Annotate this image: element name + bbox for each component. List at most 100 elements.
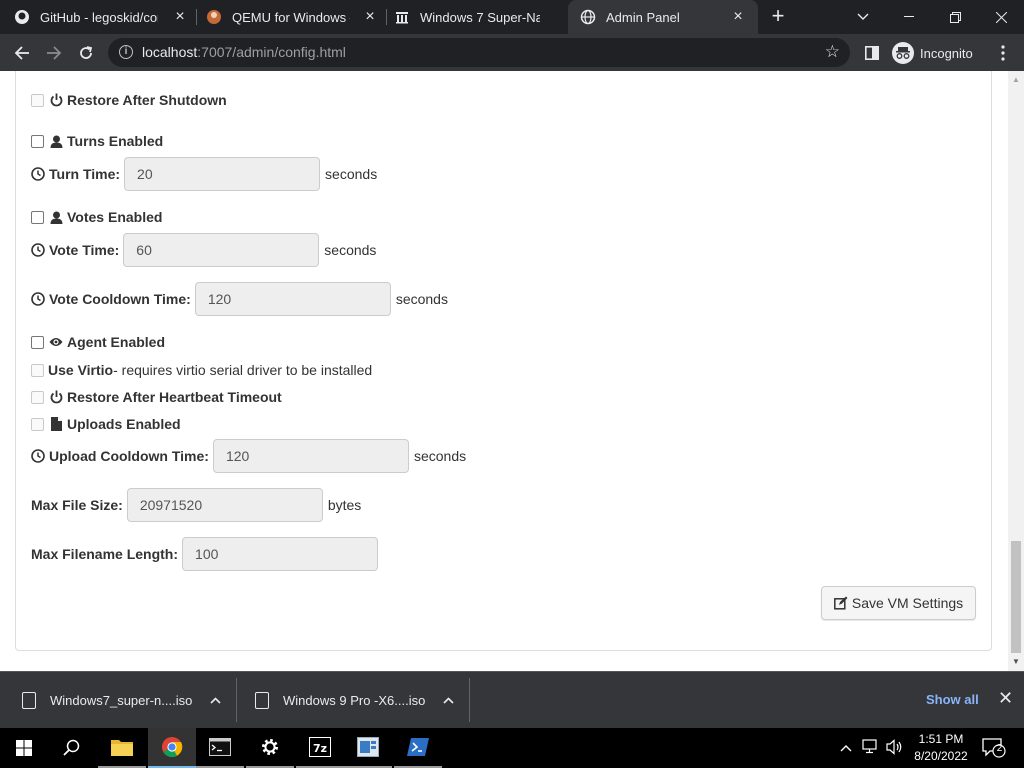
side-panel-icon[interactable] — [859, 40, 885, 66]
tab-windows7[interactable]: Windows 7 Super-Nano × — [394, 0, 572, 34]
vote-cooldown-input[interactable]: 120 — [194, 282, 391, 316]
close-icon[interactable]: ✕ — [998, 688, 1013, 709]
7zip-icon[interactable]: 7z — [296, 728, 344, 768]
windows-start-icon[interactable] — [0, 728, 48, 768]
qemu-icon — [206, 9, 222, 25]
minimize-icon[interactable] — [886, 0, 932, 34]
vote-time-row: Vote Time: 60 seconds — [31, 233, 376, 267]
agent-enabled-label: Agent Enabled — [67, 334, 166, 350]
reload-icon[interactable] — [73, 40, 99, 66]
max-filename-row: Max Filename Length: 100 — [31, 537, 383, 571]
chevron-up-icon[interactable] — [840, 740, 852, 755]
tab-divider — [196, 9, 197, 25]
turns-enabled-checkbox[interactable] — [31, 134, 44, 148]
tab-github[interactable]: GitHub - legoskid/com × — [14, 0, 196, 34]
hyper-v-icon[interactable] — [344, 728, 392, 768]
system-clock[interactable]: 1:51 PM 8/20/2022 — [910, 731, 972, 765]
svg-text:7z: 7z — [313, 742, 327, 755]
chrome-icon[interactable] — [148, 728, 196, 768]
restore-after-shutdown-row: Restore After Shutdown — [31, 92, 227, 108]
notification-icon[interactable]: 2 — [982, 738, 1006, 758]
powershell-icon[interactable] — [394, 728, 442, 768]
close-icon[interactable]: × — [362, 9, 378, 25]
close-icon[interactable]: × — [172, 9, 188, 25]
show-all-link[interactable]: Show all — [926, 692, 979, 707]
restore-icon[interactable] — [932, 0, 978, 34]
restore-after-shutdown-checkbox[interactable] — [31, 93, 44, 107]
close-icon[interactable]: × — [730, 9, 746, 25]
window-close-icon[interactable] — [978, 0, 1024, 34]
address-bar[interactable]: i localhost:7007/admin/config.html ☆ — [108, 38, 850, 67]
archive-icon — [394, 9, 410, 25]
max-file-size-input[interactable]: 20971520 — [126, 488, 323, 522]
tab-divider — [386, 9, 387, 25]
uploads-enabled-checkbox[interactable] — [31, 417, 44, 431]
use-virtio-label: Use Virtio — [48, 362, 114, 378]
restore-after-shutdown-label: Restore After Shutdown — [67, 92, 227, 108]
tab-title: QEMU for Windows – In — [232, 9, 350, 25]
clock-icon — [31, 449, 45, 463]
search-icon[interactable] — [48, 728, 96, 768]
vote-cooldown-label: Vote Cooldown Time: — [49, 291, 191, 307]
terminal-icon[interactable] — [196, 728, 244, 768]
vote-time-label: Vote Time: — [49, 242, 120, 258]
scroll-down-icon[interactable]: ▼ — [1012, 657, 1020, 666]
turn-time-row: Turn Time: 20 seconds — [31, 157, 377, 191]
upload-cooldown-input[interactable]: 120 — [212, 439, 409, 473]
tab-title: Windows 7 Super-Nano — [420, 9, 540, 25]
download-item[interactable]: Windows 9 Pro -X6....iso — [255, 672, 465, 728]
new-tab-icon[interactable]: + — [766, 5, 790, 29]
agent-enabled-checkbox[interactable] — [31, 335, 44, 349]
browser-toolbar: i localhost:7007/admin/config.html ☆ Inc… — [0, 34, 1024, 71]
vote-cooldown-unit: seconds — [395, 291, 448, 307]
star-icon[interactable]: ☆ — [825, 42, 840, 62]
forward-arrow-icon[interactable] — [41, 40, 67, 66]
menu-kebab-icon[interactable] — [990, 40, 1016, 66]
tab-qemu[interactable]: QEMU for Windows – In × — [206, 0, 386, 34]
clock-icon — [31, 243, 45, 257]
restore-heartbeat-label: Restore After Heartbeat Timeout — [67, 389, 282, 405]
vote-time-input[interactable]: 60 — [123, 233, 320, 267]
tab-admin-panel[interactable]: Admin Panel × — [568, 0, 758, 34]
restore-heartbeat-checkbox[interactable] — [31, 390, 44, 404]
download-item[interactable]: Windows7_super-n....iso — [22, 672, 232, 728]
tab-title: GitHub - legoskid/com — [40, 9, 158, 25]
incognito-icon — [892, 42, 914, 64]
save-vm-settings-button[interactable]: Save VM Settings — [821, 586, 976, 620]
network-icon[interactable] — [862, 739, 880, 758]
windows-taskbar: 7z 1:51 PM 8/20/2022 2 — [0, 728, 1024, 768]
turn-time-unit: seconds — [325, 166, 378, 182]
incognito-label: Incognito — [920, 45, 973, 61]
scrollbar-thumb[interactable] — [1011, 541, 1021, 653]
page-scrollbar[interactable]: ▲ ▼ — [1008, 71, 1024, 671]
turn-time-input[interactable]: 20 — [124, 157, 321, 191]
agent-enabled-row: Agent Enabled — [31, 334, 165, 350]
back-arrow-icon[interactable] — [9, 40, 35, 66]
tab-search-icon[interactable] — [840, 0, 886, 34]
file-icon — [255, 691, 269, 709]
scroll-up-icon[interactable]: ▲ — [1012, 75, 1020, 84]
admin-config-page: Restore After Shutdown Turns Enabled Tur… — [0, 71, 1008, 671]
uploads-enabled-label: Uploads Enabled — [67, 416, 181, 432]
chevron-up-icon[interactable] — [210, 692, 221, 707]
max-filename-label: Max Filename Length: — [31, 546, 179, 562]
max-filename-input[interactable]: 100 — [182, 537, 379, 571]
clock-date: 8/20/2022 — [914, 749, 968, 763]
max-file-size-row: Max File Size: 20971520 bytes — [31, 488, 361, 522]
clock-time: 1:51 PM — [918, 732, 964, 746]
use-virtio-checkbox[interactable] — [31, 363, 44, 377]
clock-icon — [31, 167, 45, 181]
download-filename: Windows 9 Pro -X6....iso — [283, 692, 426, 708]
volume-icon[interactable] — [886, 739, 904, 758]
file-explorer-icon[interactable] — [98, 728, 146, 768]
chevron-up-icon[interactable] — [443, 692, 454, 707]
settings-gear-icon[interactable] — [246, 728, 294, 768]
eye-icon — [49, 335, 63, 349]
notification-count: 2 — [996, 743, 1003, 754]
download-filename: Windows7_super-n....iso — [50, 692, 193, 708]
incognito-indicator[interactable]: Incognito — [892, 40, 973, 66]
info-icon[interactable]: i — [119, 45, 133, 59]
use-virtio-row: Use Virtio - requires virtio serial driv… — [31, 362, 372, 378]
votes-enabled-checkbox[interactable] — [31, 210, 44, 224]
user-icon — [49, 134, 63, 148]
